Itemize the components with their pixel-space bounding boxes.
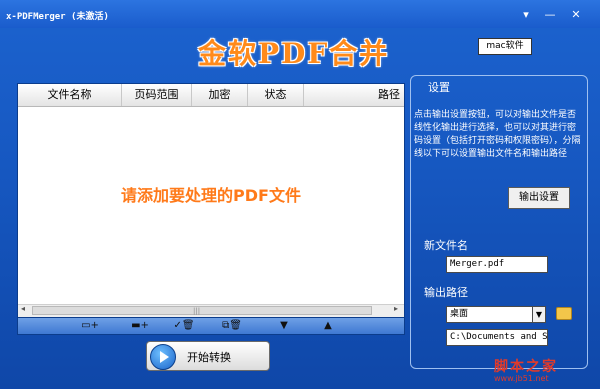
scroll-left-icon[interactable]: ◂ <box>21 304 25 313</box>
add-file-icon[interactable]: ▭+ <box>76 319 104 333</box>
add-folder-icon[interactable]: ▬+ <box>126 319 154 333</box>
scrollbar-thumb[interactable]: ||| <box>32 306 372 315</box>
scroll-right-icon[interactable]: ▸ <box>394 304 398 313</box>
file-list[interactable]: 文件名称 页码范围 加密 状态 路径 请添加要处理的PDF文件 ◂ ||| ▸ <box>17 83 405 318</box>
column-status[interactable]: 状态 <box>248 84 304 106</box>
folder-icon[interactable] <box>556 307 572 320</box>
app-banner-title: 金软PDF合并 <box>198 37 390 70</box>
delete-all-icon[interactable]: ⧉🗑 <box>218 319 246 333</box>
horizontal-scrollbar[interactable]: ◂ ||| ▸ <box>18 304 404 317</box>
column-encryption[interactable]: 加密 <box>192 84 248 106</box>
column-path[interactable]: 路径 <box>304 84 404 106</box>
start-convert-button[interactable]: 开始转换 <box>146 341 270 371</box>
mac-software-link[interactable]: mac软件 <box>478 38 532 55</box>
move-down-icon[interactable]: ▼ <box>270 319 298 333</box>
scrollbar-grip: ||| <box>193 307 201 315</box>
new-filename-field[interactable]: Merger.pdf <box>446 256 548 273</box>
empty-list-hint: 请添加要处理的PDF文件 <box>121 186 301 205</box>
minimize-icon[interactable]: ▾ <box>516 8 536 22</box>
output-path-field[interactable]: C:\Documents and Se <box>446 329 548 346</box>
watermark-logo: 脚本之家 <box>494 359 558 375</box>
new-filename-label: 新文件名 <box>424 239 468 252</box>
close-icon[interactable]: ✕ <box>566 8 586 22</box>
restore-icon[interactable]: — <box>540 8 560 22</box>
start-convert-label: 开始转换 <box>187 351 231 364</box>
play-icon <box>150 344 176 370</box>
window-title: x-PDFMerger (未激活) <box>6 12 109 22</box>
output-settings-button[interactable]: 输出设置 <box>508 187 570 209</box>
column-filename[interactable]: 文件名称 <box>18 84 122 106</box>
dropdown-arrow-icon[interactable]: ▼ <box>532 306 546 323</box>
output-path-label: 输出路径 <box>424 286 468 299</box>
move-up-icon[interactable]: ▲ <box>314 319 342 333</box>
column-page-range[interactable]: 页码范围 <box>122 84 192 106</box>
watermark-url: www.jb51.net <box>494 374 549 383</box>
settings-label: 设置 <box>428 81 450 94</box>
title-bar: x-PDFMerger (未激活) ▾ — ✕ <box>0 0 600 28</box>
file-list-header: 文件名称 页码范围 加密 状态 路径 <box>18 84 404 107</box>
delete-checked-icon[interactable]: ✓🗑 <box>170 319 198 333</box>
settings-description: 点击输出设置按钮，可以对输出文件是否线性化输出进行选择，也可以对其进行密码设置（… <box>414 110 581 159</box>
list-toolbar: ▭+ ▬+ ✓🗑 ⧉🗑 ▼ ▲ <box>17 317 405 335</box>
output-path-select[interactable]: 桌面 <box>446 306 534 323</box>
app-window: x-PDFMerger (未激活) ▾ — ✕ 金软PDF合并 mac软件 文件… <box>0 0 600 389</box>
